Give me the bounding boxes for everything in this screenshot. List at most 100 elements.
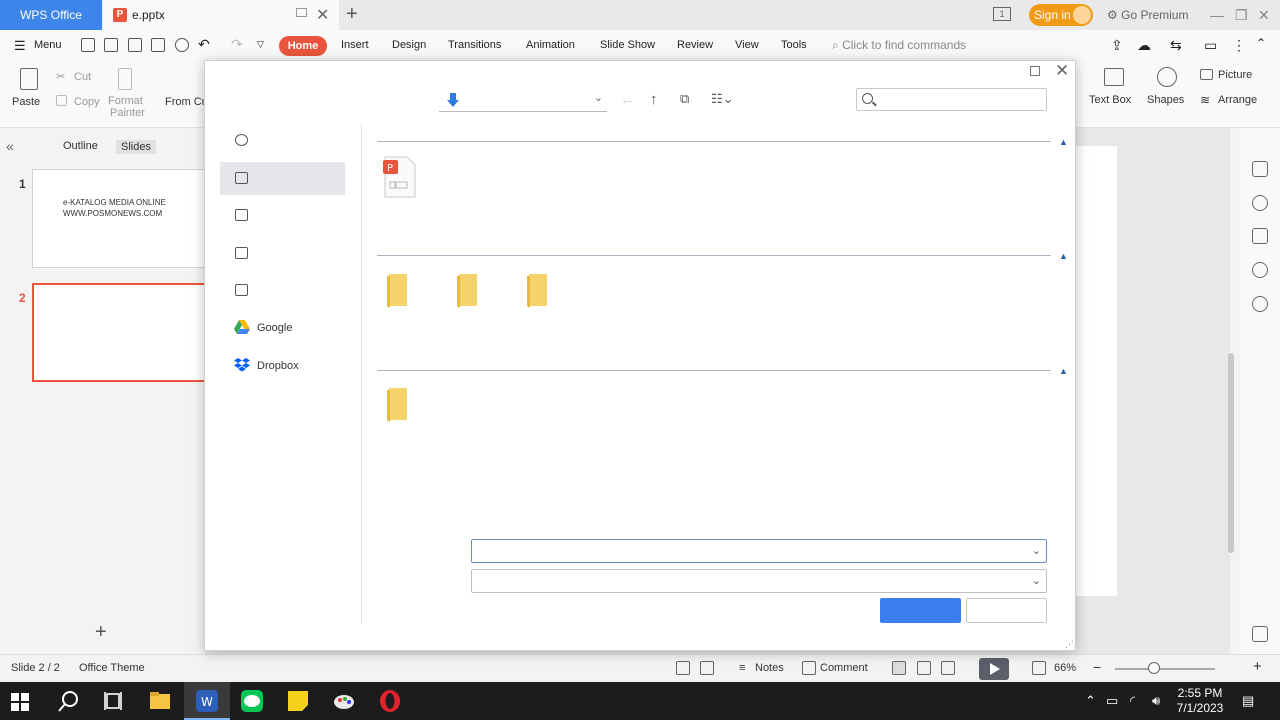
sidebar-item-google[interactable]: Google [220, 312, 345, 345]
collapse-section-icon[interactable]: ▲ [1059, 366, 1068, 376]
go-premium-button[interactable]: ⚙ Go Premium [1107, 0, 1188, 30]
collab-icon[interactable]: ⇆ [1170, 37, 1182, 54]
sidebar-item-folder-1[interactable] [220, 237, 345, 270]
file-type-dropdown[interactable]: ⌄ [471, 569, 1047, 593]
slide-thumbnail-1[interactable]: e-KATALOG MEDIA ONLINE WWW.POSMONEWS.COM [32, 169, 212, 268]
picture-button[interactable]: Picture [1218, 69, 1252, 81]
notes-button[interactable]: Notes [755, 662, 784, 674]
wps-office-icon[interactable]: W [195, 689, 219, 713]
grid-view-icon[interactable] [1252, 626, 1268, 642]
sidebar-item-documents[interactable] [220, 199, 345, 232]
text-box-icon[interactable] [1104, 68, 1124, 86]
protect-icon[interactable] [676, 661, 690, 675]
copy-icon[interactable] [56, 95, 67, 106]
fit-window-icon[interactable] [1032, 661, 1046, 675]
tray-overflow-icon[interactable]: ⌃ [1085, 693, 1096, 709]
tab-home[interactable]: Home [279, 36, 327, 56]
tab-review[interactable]: Review [677, 39, 713, 51]
collapse-section-icon[interactable]: ▲ [1059, 137, 1068, 147]
new-tab-button[interactable]: + [346, 3, 358, 26]
export-pdf-icon[interactable] [128, 38, 142, 52]
zoom-out-icon[interactable]: − [1093, 659, 1101, 675]
sidebar-item-recent[interactable] [220, 124, 345, 157]
open-folder-icon[interactable] [81, 38, 95, 52]
tab-wps-office[interactable]: WPS Office [0, 0, 102, 30]
play-slideshow-button[interactable] [979, 658, 1009, 680]
tab-animation[interactable]: Animation [526, 39, 575, 51]
tab-document[interactable]: P e.pptx ✕ [103, 0, 339, 30]
minimize-icon[interactable]: — [1210, 0, 1224, 30]
pptx-file-icon[interactable]: P [382, 156, 416, 198]
folder-icon[interactable] [525, 272, 551, 308]
from-current-button[interactable]: From Cu [165, 96, 208, 108]
tab-view[interactable]: View [735, 39, 759, 51]
search-icon[interactable] [57, 689, 81, 713]
tab-slide-show[interactable]: Slide Show [600, 39, 655, 51]
resize-grip-icon[interactable]: ⋰ [1065, 639, 1074, 650]
zoom-in-icon[interactable]: + [1253, 658, 1262, 675]
sign-in-button[interactable]: Sign in [1029, 4, 1093, 26]
arrange-button[interactable]: Arrange [1218, 94, 1257, 106]
dialog-search-input[interactable] [856, 88, 1047, 111]
back-arrow-icon[interactable]: ← [620, 91, 635, 108]
slide-check-icon[interactable] [700, 661, 714, 675]
folder-icon[interactable] [385, 272, 411, 308]
zoom-slider-knob[interactable] [1148, 662, 1160, 674]
comment-button[interactable]: Comment [820, 662, 868, 674]
volume-icon[interactable]: 🔊︎ [1152, 693, 1160, 709]
normal-view-icon[interactable] [892, 661, 906, 675]
paste-icon[interactable] [20, 68, 38, 90]
task-view-icon[interactable] [102, 689, 126, 713]
collapse-ribbon-icon[interactable]: ⌃ [1256, 36, 1266, 50]
file-name-field[interactable]: ⌄ [471, 539, 1047, 563]
paint-app-icon[interactable] [332, 689, 356, 713]
properties-icon[interactable] [1252, 228, 1268, 244]
arrange-icon[interactable]: ≋ [1200, 93, 1210, 107]
open-button[interactable] [880, 598, 961, 623]
animation-pane-icon[interactable] [1252, 195, 1268, 211]
message-icon[interactable]: ▭ [1204, 37, 1217, 54]
format-painter-label-2[interactable]: Painter [110, 107, 145, 119]
reading-view-icon[interactable] [941, 661, 955, 675]
sticky-notes-icon[interactable] [286, 689, 310, 713]
collapse-pane-icon[interactable]: « [6, 138, 14, 154]
tab-tools[interactable]: Tools [781, 39, 807, 51]
help-icon[interactable] [1252, 296, 1268, 312]
system-clock[interactable]: 2:55 PM 7/1/2023 [1170, 686, 1230, 716]
dialog-close-icon[interactable]: ✕ [1055, 61, 1069, 81]
hamburger-icon[interactable]: ☰ [14, 38, 26, 54]
dialog-maximize-icon[interactable] [1030, 66, 1040, 76]
tab-transitions[interactable]: Transitions [448, 39, 501, 51]
windows-start-icon[interactable] [11, 693, 29, 711]
paste-button[interactable]: Paste [12, 96, 40, 108]
sidebar-item-dropbox[interactable]: Dropbox [220, 350, 345, 383]
history-icon[interactable] [1252, 262, 1268, 278]
slide-thumbnail-2[interactable] [32, 283, 212, 382]
cancel-button[interactable] [966, 598, 1047, 623]
text-box-button[interactable]: Text Box [1089, 94, 1131, 106]
zoom-level[interactable]: 66% [1054, 662, 1076, 674]
sidebar-item-desktop[interactable] [220, 162, 345, 195]
view-mode-icon[interactable]: ☷⌄ [711, 91, 734, 107]
folder-icon[interactable] [455, 272, 481, 308]
copy-style-icon[interactable] [1252, 161, 1268, 177]
format-painter-label-1[interactable]: Format [108, 95, 143, 107]
battery-icon[interactable]: ▭ [1106, 693, 1118, 709]
slide-canvas[interactable] [1075, 146, 1117, 596]
tab-slides[interactable]: Slides [116, 140, 156, 154]
save-icon[interactable] [104, 38, 118, 52]
print-icon[interactable] [151, 38, 165, 52]
new-folder-icon[interactable]: ⧉ [680, 91, 689, 107]
theme-name[interactable]: Office Theme [79, 662, 145, 674]
format-painter-icon[interactable] [118, 68, 132, 90]
share-icon[interactable]: ⇪ [1111, 37, 1123, 54]
restore-window-icon[interactable]: ❐ [1235, 0, 1248, 30]
comment-icon[interactable] [802, 661, 816, 675]
more-options-icon[interactable]: ⋮ [1232, 37, 1246, 54]
shapes-icon[interactable] [1157, 67, 1177, 87]
slide-sorter-icon[interactable] [917, 661, 931, 675]
customize-qa-icon[interactable]: ▽ [257, 39, 264, 50]
tab-design[interactable]: Design [392, 39, 426, 51]
folder-icon[interactable] [385, 386, 411, 422]
picture-icon[interactable] [1200, 69, 1213, 80]
